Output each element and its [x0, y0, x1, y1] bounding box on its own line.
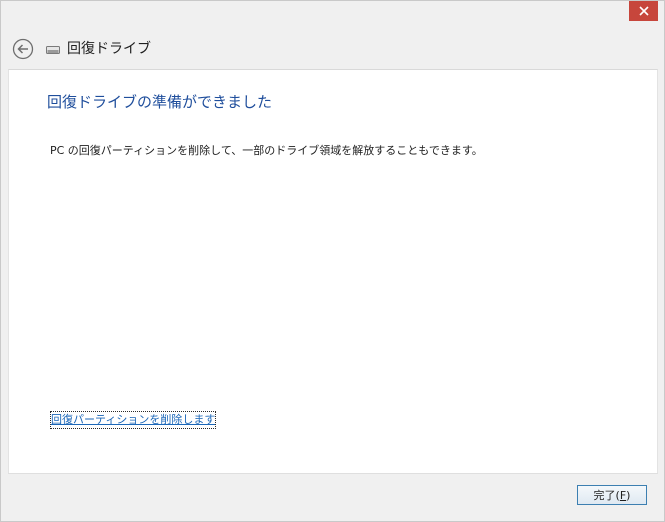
drive-icon [46, 46, 60, 54]
back-button[interactable] [12, 38, 34, 60]
finish-label-prefix: 完了( [593, 489, 620, 502]
content-panel: 回復ドライブの準備ができました PC の回復パーティションを削除して、一部のドラ… [8, 69, 658, 473]
page-heading: 回復ドライブの準備ができました [47, 93, 273, 111]
window-chrome: 回復ドライブ [1, 1, 664, 69]
back-arrow-icon [12, 38, 34, 60]
finish-label-suffix: ) [626, 488, 631, 502]
wizard-footer: 完了(F) [8, 473, 658, 515]
description-text: PC の回復パーティションを削除して、一部のドライブ領域を解放することもできます… [50, 144, 483, 157]
finish-button[interactable]: 完了(F) [577, 485, 647, 505]
close-icon [638, 6, 649, 16]
close-button[interactable] [629, 1, 658, 21]
wizard-window: 回復ドライブ 回復ドライブの準備ができました PC の回復パーティションを削除し… [0, 0, 665, 522]
window-title: 回復ドライブ [67, 41, 151, 57]
delete-recovery-partition-link[interactable]: 回復パーティションを削除します [49, 411, 217, 429]
